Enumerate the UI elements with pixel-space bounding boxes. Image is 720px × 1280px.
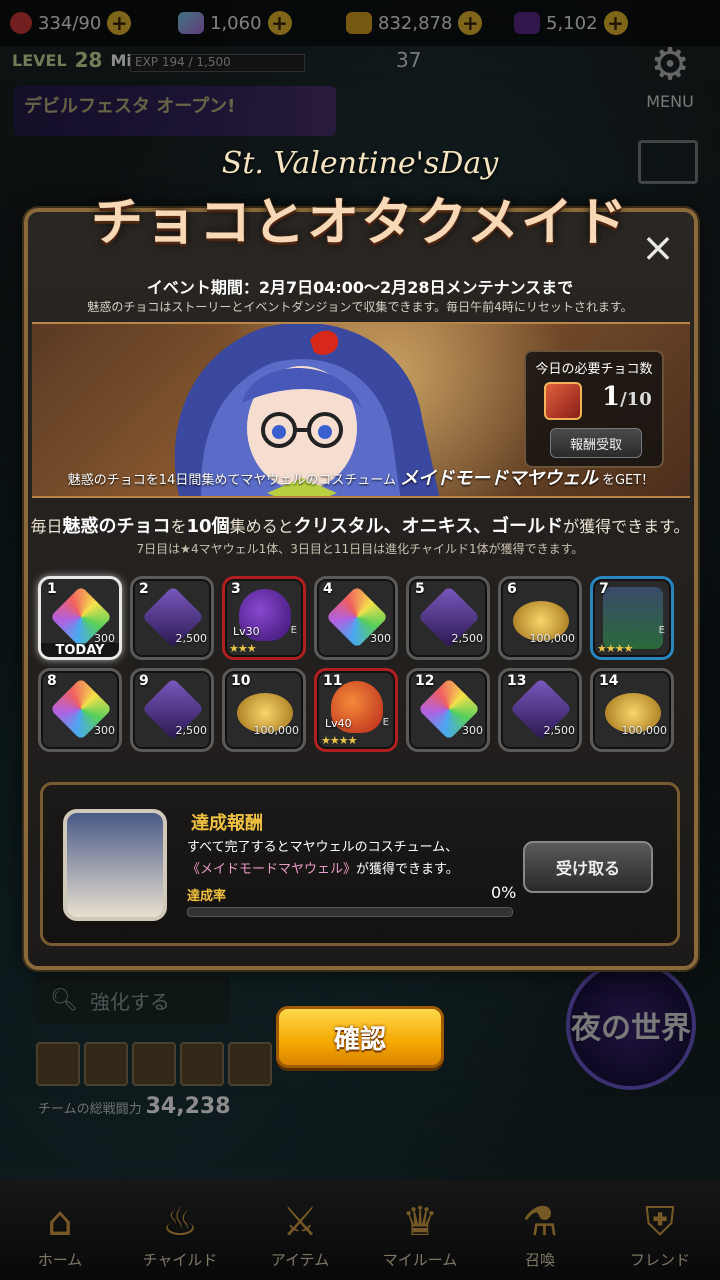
child-level: Lv40 [325,717,352,730]
claim-completion-button[interactable]: 受け取る [523,841,653,893]
day-number: 11 [323,673,343,689]
claim-daily-reward-button[interactable]: 報酬受取 [550,428,642,458]
day-number: 2 [139,581,149,597]
reward-day-13[interactable]: 13 2,500 [498,668,582,752]
reward-day-1[interactable]: 1 300 TODAY [38,576,122,660]
reward-day-10[interactable]: 10 100,000 [222,668,306,752]
completion-reward-panel: 達成報酬 すべて完了するとマヤウェルのコスチューム、 《メイドモードマヤウェル》… [40,782,680,946]
costume-name: 《メイドモードマヤウェル》 [187,862,357,877]
reward-line-2: 《メイドモードマヤウェル》が獲得できます。 [187,859,527,881]
today-badge: TODAY [41,643,119,657]
rarity-stars: ★★★ [229,642,257,655]
day-number: 14 [599,673,619,689]
reward-line-1: すべて完了するとマヤウェルのコスチューム、 [187,840,459,855]
hero-caption-pre: 魅惑のチョコを14日間集めてマヤウェルのコスチューム [67,473,396,488]
reward-day-11[interactable]: 11 Lv40 E ★★★★ [314,668,398,752]
rarity-stars: ★★★★ [321,734,357,747]
completion-rate-label: 達成率 [187,889,227,904]
reward-amount: 300 [94,724,115,737]
info-text: を [170,517,187,536]
close-icon[interactable]: × [634,224,682,272]
hero-caption-costume: メイドモードマヤウェル [399,468,598,489]
day-number: 10 [231,673,251,689]
day-number: 7 [599,581,609,597]
event-period: イベント期間：2月7日04:00〜2月28日メンテナンスまで [146,278,574,297]
reward-amount: 100,000 [253,724,300,737]
completion-progress-bar [187,907,513,917]
day-number: 8 [47,673,57,689]
day-number: 3 [231,581,241,597]
day-number: 9 [139,673,149,689]
reward-amount: 2,500 [451,632,484,645]
reward-day-4[interactable]: 4 300 [314,576,398,660]
reward-day-7[interactable]: 7 E ★★★★ [590,576,674,660]
daily-reward-info: 毎日魅惑のチョコを10個集めるとクリスタル、オニキス、ゴールドが獲得できます。 [0,512,720,538]
chocolate-icon [544,382,582,420]
event-title: チョコとオタクメイド [91,192,629,253]
reward-amount: 300 [462,724,483,737]
day-number: 1 [47,581,57,597]
info-highlight: 10個 [186,516,230,537]
info-text: 集めると [229,517,294,536]
info-text: が獲得できます。 [563,517,690,536]
info-highlight: クリスタル、オニキス、ゴールド [293,516,564,537]
special-day-info: 7日目は★4マヤウェル1体、3日目と11日目は進化チャイルド1体が獲得できます。 [136,542,584,556]
daily-reward-grid: 1 300 TODAY 2 2,500 3 Lv30 E ★★★ 4 300 5… [38,576,682,752]
day-number: 13 [507,673,527,689]
reward-amount: 100,000 [621,724,668,737]
day-number: 6 [507,581,517,597]
completion-reward-text: すべて完了するとマヤウェルのコスチューム、 《メイドモードマヤウェル》が獲得でき… [187,837,527,881]
reward-day-8[interactable]: 8 300 [38,668,122,752]
reward-day-6[interactable]: 6 100,000 [498,576,582,660]
rarity-stars: ★★★★ [597,642,633,655]
need-current: 1 [602,382,621,412]
reward-day-14[interactable]: 14 100,000 [590,668,674,752]
hero-caption-post: をGET！ [601,473,655,488]
reward-day-12[interactable]: 12 300 [406,668,490,752]
day-number: 5 [415,581,425,597]
info-text: 毎日 [30,517,63,536]
reward-amount: 100,000 [529,632,576,645]
reward-amount: 300 [370,632,391,645]
reward-day-2[interactable]: 2 2,500 [130,576,214,660]
mayahuel-portrait-icon [603,587,663,649]
maid-mayahuel-avatar [63,809,167,921]
reward-amount: 2,500 [175,724,208,737]
daily-requirement-label: 今日の必要チョコ数 [535,362,653,377]
day-number: 12 [415,673,435,689]
reward-line-2-post: が獲得できます。 [356,862,459,877]
completion-reward-title: 達成報酬 [191,813,263,834]
confirm-button[interactable]: 確認 [276,1006,444,1068]
child-grade: E [382,717,389,728]
child-grade: E [658,625,665,636]
event-period-note: 魅惑のチョコはストーリーとイベントダンジョンで収集できます。毎日午前4時にリセッ… [87,300,633,314]
reward-day-3[interactable]: 3 Lv30 E ★★★ [222,576,306,660]
reward-day-5[interactable]: 5 2,500 [406,576,490,660]
daily-requirement-box: 今日の必要チョコ数 1/10 報酬受取 [524,350,664,468]
completion-rate-value: 0% [491,883,517,902]
daily-requirement-count: 1/10 [602,382,652,412]
child-level: Lv30 [233,625,260,638]
reward-amount: 2,500 [543,724,576,737]
reward-day-9[interactable]: 9 2,500 [130,668,214,752]
info-highlight: 魅惑のチョコ [62,516,171,537]
day-number: 4 [323,581,333,597]
child-grade: E [290,625,297,636]
reward-amount: 2,500 [175,632,208,645]
need-total: /10 [620,389,652,410]
event-subtitle: St. Valentine'sDay [221,146,499,181]
